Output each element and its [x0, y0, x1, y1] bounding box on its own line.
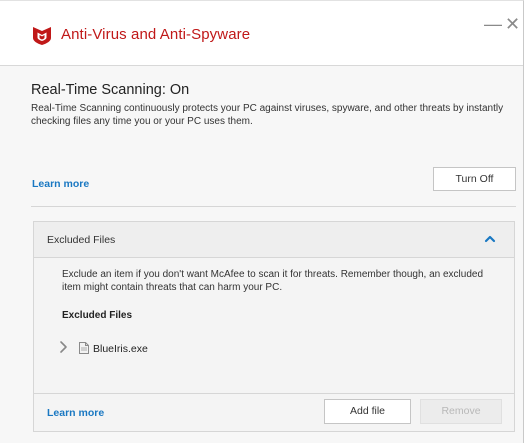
chevron-up-icon[interactable] [483, 232, 497, 246]
turn-off-button[interactable]: Turn Off [433, 167, 516, 191]
excluded-files-description: Exclude an item if you don't want McAfee… [62, 269, 484, 293]
minimize-button[interactable]: — [484, 15, 502, 33]
add-file-button[interactable]: Add file [324, 399, 411, 424]
learn-more-link[interactable]: Learn more [32, 178, 89, 190]
excluded-files-header-title: Excluded Files [47, 234, 116, 246]
learn-more-link[interactable]: Learn more [47, 407, 104, 419]
chevron-right-icon[interactable] [58, 340, 68, 354]
section-divider [31, 206, 516, 207]
panel-footer-divider [34, 393, 514, 394]
realtime-scanning-description: Real-Time Scanning continuously protects… [31, 103, 504, 127]
app-window: Anti-Virus and Anti-Spyware — ✕ Real-Tim… [0, 0, 524, 443]
excluded-files-header[interactable]: Excluded Files [34, 222, 514, 258]
excluded-files-list-label: Excluded Files [62, 310, 133, 321]
excluded-files-panel: Excluded Files Exclude an item if you do… [33, 221, 515, 432]
window-title: Anti-Virus and Anti-Spyware [61, 26, 251, 43]
close-button[interactable]: ✕ [505, 15, 520, 33]
title-bar: Anti-Virus and Anti-Spyware — ✕ [0, 1, 523, 66]
realtime-scanning-title: Real-Time Scanning: On [31, 82, 190, 98]
remove-button: Remove [420, 399, 502, 424]
file-icon [79, 342, 89, 354]
mcafee-shield-logo-icon [33, 27, 51, 45]
excluded-file-name: BlueIris.exe [93, 343, 148, 355]
